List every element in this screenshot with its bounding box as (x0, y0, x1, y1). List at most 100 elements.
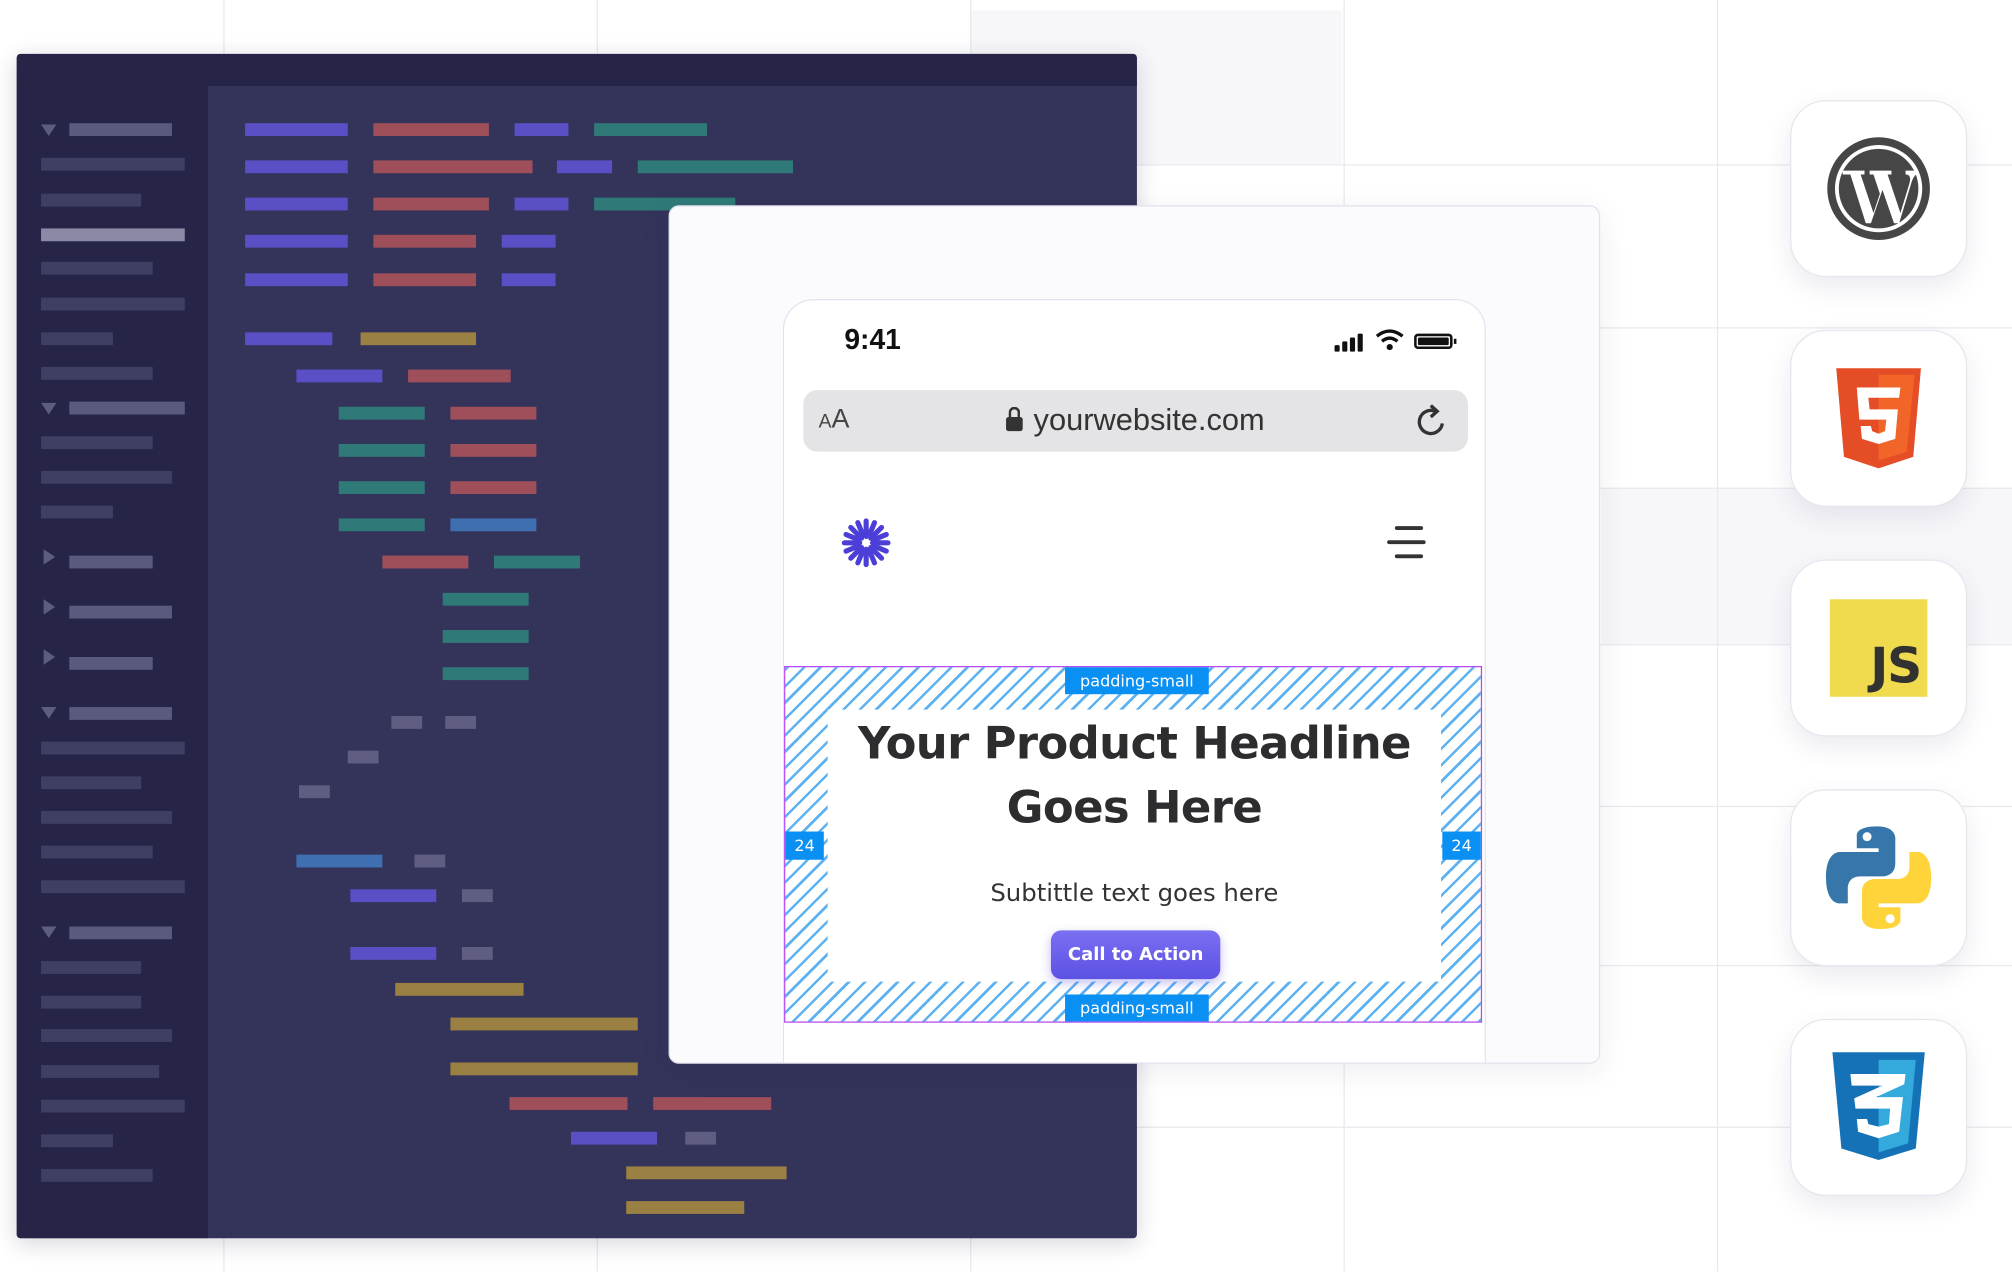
code-token (442, 630, 529, 643)
code-token (350, 947, 437, 960)
tree-item[interactable] (69, 707, 172, 720)
tree-item[interactable] (69, 123, 172, 137)
code-token (245, 197, 348, 211)
code-token (514, 123, 569, 137)
css3-tile[interactable] (1790, 1018, 1968, 1196)
tree-item[interactable] (41, 1029, 172, 1042)
address-bar[interactable]: AA yourwebsite.com (803, 390, 1468, 452)
wordpress-icon (1827, 137, 1930, 240)
collapse-arrow-icon[interactable] (41, 402, 57, 415)
code-token (571, 1131, 657, 1145)
hero-headline: Your Product Headline Goes Here (857, 718, 1412, 835)
code-token (556, 160, 613, 174)
tree-item[interactable] (41, 436, 153, 450)
tree-item[interactable] (41, 1168, 153, 1182)
code-token (350, 889, 437, 903)
collapse-arrow-icon[interactable] (41, 926, 57, 939)
hero-subtitle: Subtittle text goes here (990, 878, 1279, 908)
html5-icon (1836, 368, 1921, 469)
tree-item[interactable] (69, 555, 153, 569)
code-token (442, 667, 529, 681)
lock-icon (1006, 406, 1024, 432)
tree-item[interactable] (41, 1134, 113, 1148)
padding-left-value: 24 (785, 831, 824, 860)
tree-item[interactable] (41, 880, 185, 894)
wifi-icon (1375, 329, 1404, 351)
code-token (391, 716, 423, 729)
tree-item[interactable] (41, 470, 172, 484)
reload-icon[interactable] (1414, 403, 1450, 439)
tree-item[interactable] (41, 1099, 185, 1113)
tree-item[interactable] (41, 961, 142, 974)
wordpress-tile[interactable] (1790, 100, 1968, 278)
code-token (461, 889, 493, 903)
code-token (450, 1017, 638, 1031)
collapse-arrow-icon[interactable] (41, 124, 57, 137)
tree-item[interactable] (41, 1065, 160, 1078)
tree-item[interactable] (41, 193, 142, 207)
tree-item[interactable] (41, 505, 113, 519)
code-token (395, 982, 524, 996)
tree-item[interactable] (69, 926, 172, 940)
tree-item[interactable] (69, 656, 153, 670)
file-tree-sidebar (16, 85, 208, 1239)
expand-arrow-icon[interactable] (43, 549, 56, 565)
code-token (298, 785, 330, 799)
padding-top-label: padding-small (1065, 667, 1209, 695)
html5-tile[interactable] (1790, 329, 1968, 507)
tree-item[interactable] (41, 995, 142, 1009)
code-token (338, 481, 425, 495)
javascript-tile[interactable]: JS (1790, 559, 1968, 737)
code-token (442, 592, 529, 606)
code-token (373, 160, 533, 174)
battery-icon (1414, 333, 1457, 350)
code-token (509, 1097, 628, 1110)
code-token (296, 369, 383, 383)
code-token (338, 406, 425, 420)
code-token (445, 716, 477, 729)
grid-line (1716, 0, 1719, 1272)
tree-item[interactable] (41, 810, 172, 824)
tree-item[interactable] (41, 297, 185, 311)
code-token (296, 854, 383, 868)
tree-item[interactable] (41, 845, 153, 859)
code-token (245, 332, 333, 346)
tree-item-selected[interactable] (41, 228, 185, 242)
tree-item[interactable] (41, 332, 113, 346)
expand-arrow-icon[interactable] (43, 599, 56, 615)
code-token (450, 481, 537, 495)
url-text: yourwebsite.com (1033, 402, 1265, 438)
code-token (450, 406, 537, 420)
code-token (653, 1097, 772, 1110)
call-to-action-button[interactable]: Call to Action (1050, 930, 1221, 980)
code-token (450, 443, 537, 457)
hero-content: Your Product Headline Goes Here Subtittl… (827, 709, 1442, 982)
tree-item[interactable] (41, 261, 153, 275)
padding-right-value: 24 (1442, 831, 1481, 860)
mobile-browser-preview: 9:41 AA yourwebsite.com Your Product Hea… (782, 298, 1486, 1063)
tree-item[interactable] (69, 401, 185, 415)
code-token (461, 947, 493, 960)
status-time: 9:41 (844, 323, 901, 356)
hamburger-menu-icon[interactable] (1385, 525, 1429, 563)
code-token (382, 555, 469, 569)
code-token (501, 234, 556, 248)
code-token (408, 369, 511, 383)
tree-item[interactable] (41, 157, 185, 171)
code-token (373, 123, 489, 137)
editor-title-bar (16, 53, 1137, 86)
collapse-arrow-icon[interactable] (41, 707, 57, 719)
python-tile[interactable] (1790, 789, 1968, 967)
code-token (245, 273, 348, 287)
signal-icon (1334, 333, 1368, 352)
expand-arrow-icon[interactable] (43, 649, 56, 665)
code-token (594, 123, 708, 137)
tree-item[interactable] (41, 366, 153, 380)
code-token (373, 273, 477, 287)
code-token (626, 1166, 787, 1180)
tree-item[interactable] (41, 776, 142, 790)
hero-section[interactable]: Your Product Headline Goes Here Subtittl… (784, 665, 1483, 1023)
tree-item[interactable] (69, 605, 172, 619)
site-logo-icon[interactable] (840, 517, 891, 568)
tree-item[interactable] (41, 741, 185, 755)
